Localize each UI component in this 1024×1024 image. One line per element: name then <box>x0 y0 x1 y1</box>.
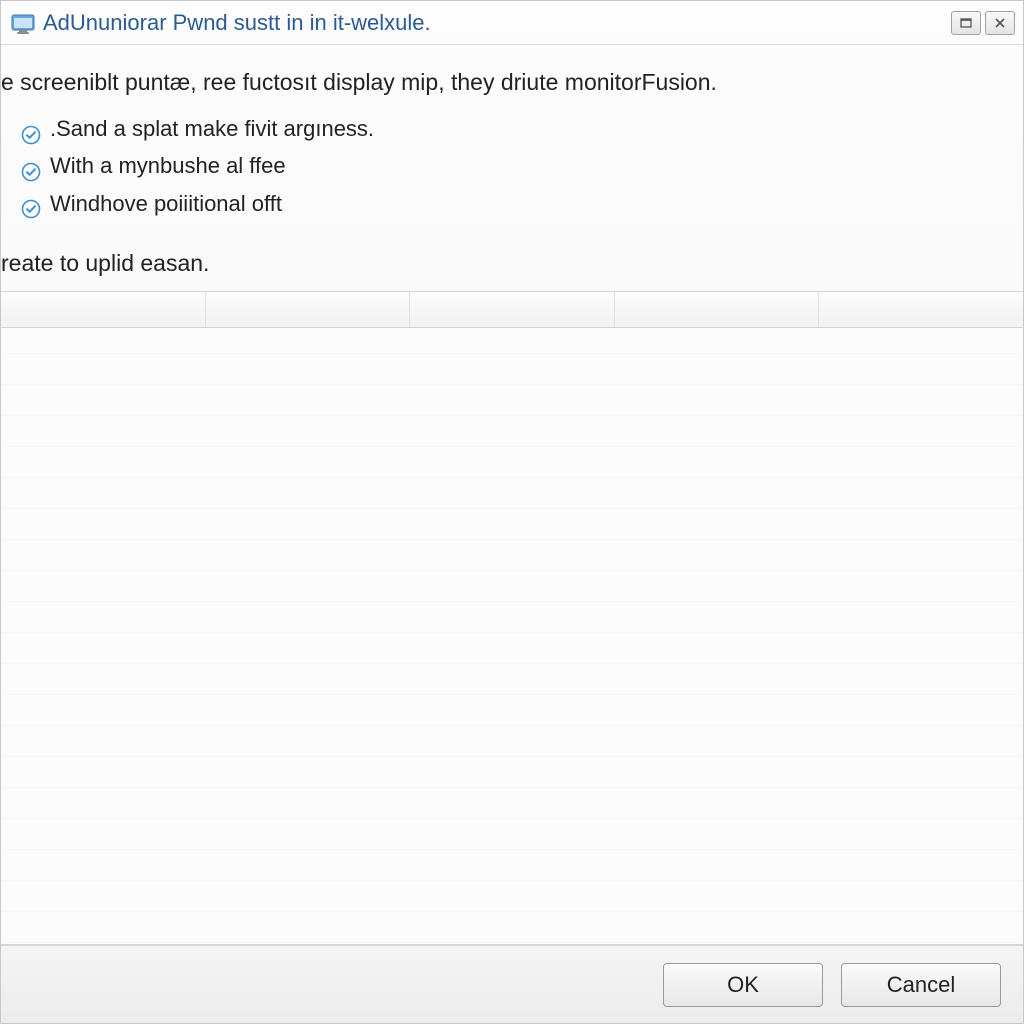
check-icon <box>21 156 41 176</box>
list-header <box>1 292 1023 328</box>
dialog-window: AdUnuniorar Pwnd sustt in in it-welxule.… <box>0 0 1024 1024</box>
dialog-content: e screeniblt puntæ, ree fuctosıt display… <box>1 45 1023 1023</box>
window-controls <box>951 11 1015 35</box>
title-bar: AdUnuniorar Pwnd sustt in in it-welxule. <box>1 1 1023 45</box>
column-header[interactable] <box>1 292 206 327</box>
section-label: reate to uplid easan. <box>1 232 1023 291</box>
feature-item: Windhove poiiitional offt <box>21 185 1013 222</box>
feature-list: .Sand a splat make fivit argıness. With … <box>1 110 1023 232</box>
check-icon <box>21 193 41 213</box>
feature-label: Windhove poiiitional offt <box>50 185 282 222</box>
column-header[interactable] <box>410 292 615 327</box>
app-icon <box>11 12 35 34</box>
feature-item: With a mynbushe al ffee <box>21 147 1013 184</box>
feature-label: With a mynbushe al ffee <box>50 147 286 184</box>
ok-button[interactable]: OK <box>663 963 823 1007</box>
column-header[interactable] <box>206 292 411 327</box>
check-icon <box>21 119 41 139</box>
feature-label: .Sand a splat make fivit argıness. <box>50 110 374 147</box>
column-header[interactable] <box>615 292 820 327</box>
feature-item: .Sand a splat make fivit argıness. <box>21 110 1013 147</box>
column-header[interactable] <box>819 292 1023 327</box>
cancel-button[interactable]: Cancel <box>841 963 1001 1007</box>
window-title: AdUnuniorar Pwnd sustt in in it-welxule. <box>43 10 951 36</box>
minimize-button[interactable] <box>951 11 981 35</box>
list-body <box>1 328 1023 944</box>
list-view[interactable] <box>1 291 1023 945</box>
dialog-footer: OK Cancel <box>1 945 1023 1023</box>
close-button[interactable] <box>985 11 1015 35</box>
intro-text: e screeniblt puntæ, ree fuctosıt display… <box>1 61 1023 110</box>
